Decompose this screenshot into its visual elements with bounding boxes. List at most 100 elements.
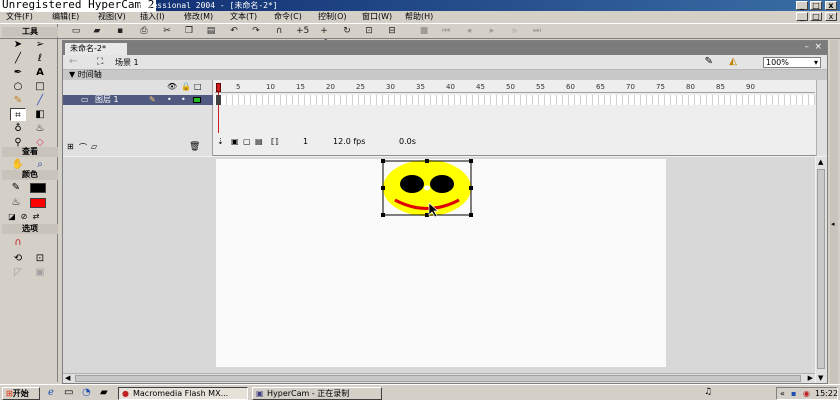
snap-magnet-icon[interactable]: ∩: [273, 26, 285, 37]
brush-tool-icon[interactable]: ╱: [32, 94, 48, 107]
tray-volume-icon[interactable]: ♫: [704, 387, 712, 397]
restore-button[interactable]: □: [810, 1, 822, 10]
add-guide-icon[interactable]: ⌒: [79, 142, 87, 153]
keyframe-1[interactable]: [216, 95, 221, 105]
menu-window[interactable]: 窗口(W): [362, 12, 392, 22]
onion-skin-icon[interactable]: ▣: [231, 136, 239, 148]
timeline-vscrollbar[interactable]: [816, 80, 827, 156]
menu-text[interactable]: 文本(T): [230, 12, 257, 22]
tray-hypercam-icon[interactable]: ◉: [803, 388, 810, 399]
doc-minimize-button[interactable]: _: [796, 12, 808, 21]
delete-layer-icon[interactable]: 🗑: [189, 142, 200, 152]
quicklaunch-desktop-icon[interactable]: ▭: [64, 387, 73, 398]
layer-outline-color[interactable]: [193, 97, 201, 103]
layer-row[interactable]: ▭ 图层 1 ✎ • •: [63, 95, 213, 105]
arrow-tool-icon[interactable]: ➤: [10, 38, 26, 51]
paste-icon[interactable]: ▤: [205, 26, 217, 37]
quicklaunch-ie-icon[interactable]: ℯ: [48, 387, 54, 398]
menu-control[interactable]: 控制(O): [318, 12, 347, 22]
print-icon[interactable]: ⎙: [138, 26, 150, 37]
back-arrow-icon[interactable]: ←: [69, 56, 77, 67]
new-file-icon[interactable]: ▭: [70, 26, 82, 37]
edit-symbol-icon[interactable]: ◭: [729, 56, 737, 67]
add-layer-icon[interactable]: ⊞: [67, 142, 74, 151]
paint-bucket-tool-icon[interactable]: ♨: [32, 122, 48, 135]
rotate-icon[interactable]: ↻: [341, 26, 353, 37]
hscroll-thumb[interactable]: [75, 375, 801, 382]
scene-name[interactable]: 场景 1: [115, 57, 139, 68]
vscroll-thumb[interactable]: [817, 169, 825, 369]
fill-transform-tool-icon[interactable]: ◧: [32, 108, 48, 121]
straighten-icon[interactable]: +<: [318, 26, 330, 47]
panel-collapse-strip[interactable]: ◂: [830, 40, 838, 384]
quicklaunch-folder-icon[interactable]: ▰: [100, 387, 108, 398]
center-frame-icon[interactable]: ⇣: [217, 136, 224, 148]
minimize-button[interactable]: _: [796, 1, 808, 10]
scale-option-icon[interactable]: ⊡: [32, 252, 48, 265]
expand-panel-icon[interactable]: ◂: [831, 220, 835, 228]
start-button[interactable]: ⊞开始: [2, 387, 40, 400]
stage[interactable]: [216, 159, 666, 367]
scroll-down-icon[interactable]: ▼: [818, 374, 823, 382]
outline-icon[interactable]: □: [194, 82, 202, 91]
rotate-skew-option-icon[interactable]: ⟲: [10, 252, 26, 265]
stage-vscrollbar[interactable]: ▲ ▼: [816, 157, 827, 383]
stroke-color-swatch[interactable]: [30, 183, 46, 193]
doc-restore-button[interactable]: □: [810, 12, 822, 21]
edit-scene-icon[interactable]: ✎: [705, 56, 713, 67]
edit-multiple-icon[interactable]: ▤: [255, 136, 263, 148]
menu-view[interactable]: 视图(V): [98, 12, 126, 22]
menu-edit[interactable]: 编辑(E): [52, 12, 79, 22]
snap-magnet-option-icon[interactable]: ∩: [10, 236, 26, 249]
stage-hscrollbar[interactable]: ◀ ▶: [63, 373, 815, 383]
menu-commands[interactable]: 命令(C): [274, 12, 302, 22]
pen-tool-icon[interactable]: ✒: [10, 66, 26, 79]
copy-icon[interactable]: ❐: [183, 26, 195, 37]
onion-markers-icon[interactable]: ⟦⟧: [271, 136, 279, 148]
tray-arrow-icon[interactable]: «: [780, 388, 785, 399]
save-icon[interactable]: ▪: [114, 26, 126, 37]
tray-network-icon[interactable]: ▪: [791, 388, 796, 399]
doc-close-button[interactable]: x: [825, 12, 837, 21]
rectangle-tool-icon[interactable]: □: [32, 80, 48, 93]
scroll-up-icon[interactable]: ▲: [818, 158, 823, 166]
show-hide-icon[interactable]: 👁: [167, 82, 177, 91]
redo-icon[interactable]: ↷: [250, 26, 262, 37]
ink-bottle-tool-icon[interactable]: ♁: [10, 122, 26, 135]
add-folder-icon[interactable]: ▱: [91, 142, 97, 151]
layer-lock-dot[interactable]: •: [181, 95, 186, 105]
line-tool-icon[interactable]: ╱: [10, 52, 26, 65]
scroll-left-icon[interactable]: ◀: [65, 374, 70, 382]
menu-help[interactable]: 帮助(H): [405, 12, 433, 22]
pencil-tool-icon[interactable]: ✎: [10, 94, 26, 107]
task-flash[interactable]: ● Macromedia Flash MX...: [118, 387, 248, 400]
oval-tool-icon[interactable]: ○: [10, 80, 26, 93]
menu-file[interactable]: 文件(F): [6, 12, 33, 22]
menu-insert[interactable]: 插入(I): [140, 12, 165, 22]
lasso-tool-icon[interactable]: ℓ: [32, 52, 48, 65]
free-transform-tool-icon[interactable]: ⌗: [10, 108, 26, 121]
menu-modify[interactable]: 修改(M): [184, 12, 213, 22]
align-icon[interactable]: ⊟: [386, 26, 398, 37]
fill-color-swatch[interactable]: [30, 198, 46, 208]
smooth-icon[interactable]: +5: [296, 26, 309, 37]
open-folder-icon[interactable]: ▰: [91, 26, 103, 37]
smiley-drawing[interactable]: [381, 159, 477, 221]
undo-icon[interactable]: ↶: [228, 26, 240, 37]
lock-icon[interactable]: 🔒: [181, 82, 191, 91]
zoom-select[interactable]: 100% ▾: [763, 57, 821, 68]
playhead[interactable]: [216, 83, 221, 133]
document-tab[interactable]: 未命名-2*: [65, 43, 127, 55]
swap-colors-icon[interactable]: ⇄: [28, 210, 44, 223]
layer-visible-dot[interactable]: •: [167, 95, 172, 105]
subselect-tool-icon[interactable]: ➢: [32, 38, 48, 51]
text-tool-icon[interactable]: A: [32, 66, 48, 79]
onion-outline-icon[interactable]: ▢: [243, 136, 251, 148]
scroll-right-icon[interactable]: ▶: [808, 374, 813, 382]
task-hypercam[interactable]: ▣ HyperCam - 正在录制: [252, 387, 382, 400]
quicklaunch-media-icon[interactable]: ◔: [82, 387, 91, 398]
frame-cells[interactable]: [215, 95, 815, 105]
scale-icon[interactable]: ⊡: [363, 26, 375, 37]
timeline-header[interactable]: ▼ 时间轴: [63, 70, 827, 80]
panel-minimize-icon[interactable]: –: [805, 42, 810, 52]
